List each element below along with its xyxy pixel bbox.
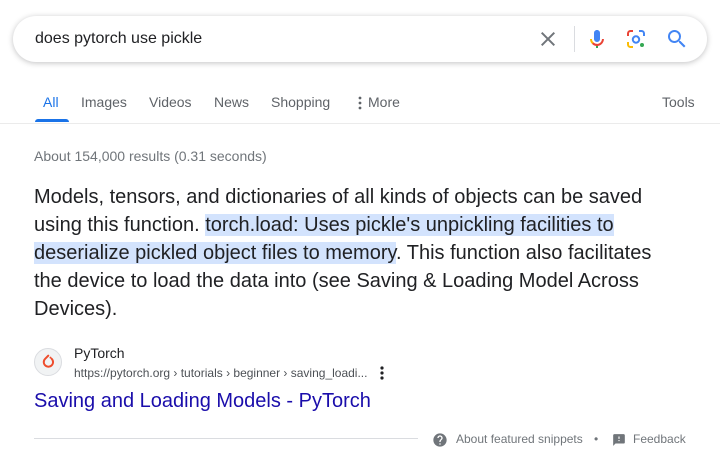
feedback-icon[interactable] (612, 433, 626, 447)
tab-all[interactable]: All (43, 84, 59, 122)
footer-divider (34, 438, 418, 439)
tab-images[interactable]: Images (81, 84, 127, 122)
tab-news[interactable]: News (214, 84, 249, 122)
site-favicon[interactable] (34, 348, 62, 376)
footer-separator: • (594, 432, 599, 446)
tabs-divider (0, 123, 720, 124)
result-title-link[interactable]: Saving and Loading Models - PyTorch (34, 390, 371, 413)
site-name[interactable]: PyTorch (74, 345, 125, 361)
search-input[interactable]: does pytorch use pickle (35, 16, 515, 62)
mic-icon[interactable] (585, 27, 609, 51)
featured-snippet-text: Models, tensors, and dictionaries of all… (34, 183, 684, 323)
tab-shopping[interactable]: Shopping (271, 84, 330, 122)
search-icon[interactable] (665, 27, 689, 51)
search-bar-divider (574, 26, 575, 52)
help-icon[interactable] (432, 432, 448, 448)
feedback-link[interactable]: Feedback (633, 431, 686, 447)
pytorch-logo-icon (42, 354, 55, 368)
search-tabs: All Images Videos News Shopping More Too… (0, 84, 720, 124)
result-url-breadcrumb[interactable]: https://pytorch.org › tutorials › beginn… (74, 366, 367, 380)
tab-more[interactable]: More (358, 84, 400, 122)
result-stats: About 154,000 results (0.31 seconds) (34, 148, 267, 164)
close-icon[interactable] (536, 27, 560, 51)
search-bar[interactable]: does pytorch use pickle (13, 16, 707, 62)
about-featured-snippets-link[interactable]: About featured snippets (456, 431, 583, 447)
tab-more-label: More (368, 94, 400, 110)
more-options-icon[interactable] (374, 364, 390, 382)
more-vert-icon (358, 96, 362, 110)
active-tab-indicator (35, 119, 69, 122)
tab-videos[interactable]: Videos (149, 84, 192, 122)
google-lens-icon[interactable] (624, 27, 648, 51)
tools-button[interactable]: Tools (662, 84, 695, 122)
